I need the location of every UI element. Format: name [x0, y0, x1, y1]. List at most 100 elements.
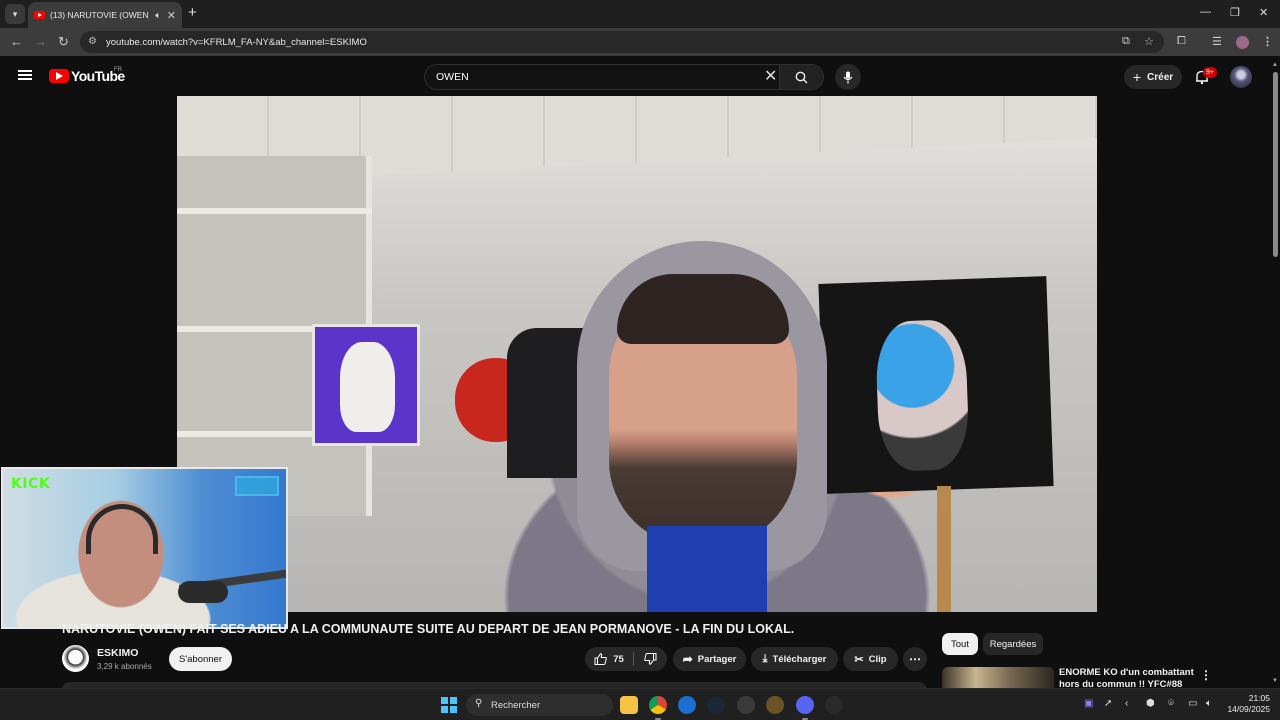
video-frame-easel [937, 486, 951, 612]
clock-date: 14/09/2025 [1227, 704, 1270, 714]
install-icon[interactable]: ⧉ [1122, 35, 1130, 48]
app-icon-blue[interactable] [678, 696, 696, 714]
hamburger-icon[interactable] [18, 70, 32, 80]
maximize-button[interactable]: ❐ [1230, 6, 1240, 19]
speaker-icon[interactable]: 🔈︎ [155, 10, 160, 21]
chip-all[interactable]: Tout [942, 633, 978, 655]
subscribe-button[interactable]: S'abonner [169, 647, 232, 671]
plus-icon: + [1132, 69, 1142, 85]
clip-button[interactable]: ✂ Clip [843, 647, 898, 671]
tray-app-icon[interactable]: ▣ [1084, 698, 1093, 709]
tab-close-icon[interactable]: ✕ [167, 9, 176, 22]
video-frame-painting-left [312, 324, 420, 446]
share-label: Partager [697, 653, 737, 665]
profile-icon[interactable] [1236, 36, 1249, 49]
forward-icon[interactable]: → [34, 34, 47, 50]
clock-time: 21:05 [1248, 693, 1270, 703]
taskbar-clock[interactable]: 21:05 14/09/2025 [1226, 693, 1270, 715]
browser-toolbar: ← → ↻ ⚙︎ youtube.com/watch?v=KFRLM_FA-NY… [0, 28, 1280, 56]
address-bar[interactable]: ⚙︎ youtube.com/watch?v=KFRLM_FA-NY&ab_ch… [80, 31, 1164, 53]
media-icon[interactable]: ☰ [1212, 35, 1222, 48]
video-frame-shirt [647, 526, 767, 612]
browser-tab-bar: ▾ (13) NARUTOVIE (OWEN) FA 🔈︎ ✕ + — ❐ ✕ [0, 0, 1280, 28]
tray-mic-icon[interactable]: ⌾ [1168, 698, 1174, 709]
page-scrollbar[interactable]: ▲ ▼ [1271, 60, 1280, 688]
extensions-icon[interactable]: ⧠ [1177, 35, 1186, 48]
like-button[interactable]: 75 [585, 647, 633, 671]
new-tab-button[interactable]: + [188, 5, 197, 21]
download-icon: ⤓ [762, 652, 768, 665]
windows-taskbar: ⚲ Rechercher ▣ ➚ ‹ ⬢ ⌾ ▭ 🔈︎ 21:05 14/09/… [0, 688, 1280, 720]
tray-shield-icon[interactable]: ⬢ [1146, 698, 1155, 709]
tray-volume-icon[interactable]: 🔈︎ [1206, 698, 1212, 709]
video-player[interactable] [177, 96, 1097, 612]
kick-logo-right [235, 476, 279, 496]
voice-search-button[interactable] [835, 64, 861, 90]
tray-cursor-icon[interactable]: ➚ [1104, 698, 1112, 709]
scrollbar-thumb[interactable] [1273, 72, 1278, 257]
search-value: OWEN [436, 71, 469, 83]
video-frame-painting-right [818, 276, 1054, 494]
video-title: NARUTOVIE (OWEN) FAIT SES ADIEU A LA COM… [62, 622, 795, 636]
taskbar-search-icon: ⚲ [475, 698, 483, 709]
clear-search-icon[interactable]: ✕ [764, 68, 777, 86]
kebab-menu-icon[interactable]: ⋮ [1262, 35, 1273, 48]
site-info-icon[interactable]: ⚙︎ [88, 36, 97, 47]
scroll-down-icon[interactable]: ▼ [1272, 678, 1278, 684]
tray-network-icon[interactable]: ▭ [1188, 698, 1197, 709]
windows-icon[interactable] [441, 697, 457, 713]
chrome-icon[interactable] [649, 696, 667, 714]
search-input[interactable]: OWEN ✕ [424, 64, 824, 90]
like-icon [594, 653, 607, 665]
notification-badge: 9+ [1203, 67, 1217, 78]
create-button[interactable]: + Créer [1124, 65, 1182, 89]
dislike-icon [643, 653, 656, 665]
reload-icon[interactable]: ↻ [58, 34, 69, 50]
download-label: Télécharger [772, 653, 827, 665]
like-divider [633, 652, 634, 666]
discord-icon[interactable] [796, 696, 814, 714]
webcam-mic [178, 581, 228, 603]
youtube-header: YouTube FR OWEN ✕ + Créer 9+ [0, 56, 1280, 96]
chip-watched[interactable]: Regardées [983, 633, 1043, 655]
webcam-headset [86, 504, 158, 554]
app-icon-g[interactable] [825, 696, 843, 714]
mic-icon [843, 71, 853, 83]
taskbar-search[interactable]: ⚲ Rechercher [466, 694, 613, 716]
wow-icon[interactable] [766, 696, 784, 714]
channel-avatar[interactable] [62, 645, 89, 672]
close-window-button[interactable]: ✕ [1259, 6, 1268, 19]
back-icon[interactable]: ← [10, 34, 23, 50]
search-button[interactable] [779, 65, 823, 89]
taskbar-search-label: Rechercher [491, 699, 541, 711]
share-icon: ➦ [682, 652, 693, 666]
country-code: FR [114, 67, 122, 73]
channel-name[interactable]: ESKIMO [97, 647, 138, 659]
tab-search-icon[interactable]: ▾ [5, 4, 25, 24]
scroll-up-icon[interactable]: ▲ [1272, 62, 1278, 68]
kick-logo: KICK [11, 476, 51, 492]
app-icon-record[interactable] [737, 696, 755, 714]
share-button[interactable]: ➦ Partager [673, 647, 746, 671]
download-button[interactable]: ⤓ Télécharger [751, 647, 838, 671]
like-dislike-group: 75 [585, 647, 667, 671]
youtube-logo-icon[interactable] [49, 69, 69, 83]
search-icon [795, 71, 808, 83]
tab-title: (13) NARUTOVIE (OWEN) FA [50, 10, 150, 20]
recommendation-menu-icon[interactable]: ⋮ [1200, 668, 1212, 682]
dislike-button[interactable] [635, 647, 665, 671]
create-label: Créer [1147, 71, 1174, 83]
steam-icon[interactable] [707, 696, 725, 714]
bookmark-star-icon[interactable]: ☆ [1144, 35, 1154, 48]
minimize-button[interactable]: — [1200, 6, 1211, 18]
file-explorer-icon[interactable] [620, 696, 638, 714]
youtube-favicon [34, 11, 45, 19]
browser-tab[interactable]: (13) NARUTOVIE (OWEN) FA 🔈︎ ✕ [28, 2, 182, 28]
subscriber-count: 3,29 k abonnés [97, 662, 152, 671]
scissors-icon: ✂ [854, 653, 864, 666]
url-text: youtube.com/watch?v=KFRLM_FA-NY&ab_chann… [106, 36, 367, 48]
tray-arrow-icon[interactable]: ‹ [1125, 698, 1128, 709]
video-frame-hair [617, 274, 789, 344]
more-actions-button[interactable]: ⋯ [903, 647, 927, 671]
account-avatar[interactable] [1230, 66, 1252, 88]
